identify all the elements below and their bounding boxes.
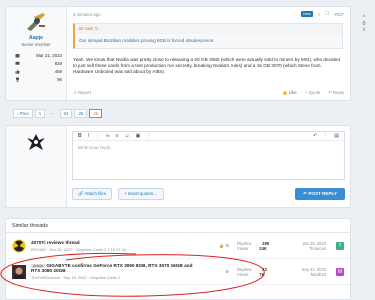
- thread-last-post[interactable]: Jan 25, 2023 Timorous: [289, 241, 336, 251]
- thread-title[interactable]: 4070Ti reviews thread: [31, 240, 201, 245]
- thread-stats: Replies: 299 Views: 24K: [237, 240, 270, 251]
- italic-icon[interactable]: I: [88, 133, 89, 139]
- post-number[interactable]: #627: [334, 12, 344, 17]
- messages-icon: [15, 61, 20, 65]
- user-title: Senior member: [21, 42, 51, 47]
- page-1[interactable]: 1: [34, 109, 46, 118]
- post: Aapje Senior member Mar 21, 2022 828 459…: [5, 6, 366, 101]
- quote-button[interactable]: + Quote: [305, 90, 320, 96]
- reply-placeholder[interactable]: Write your reply...: [73, 141, 344, 154]
- current-user-avatar[interactable]: [25, 131, 47, 153]
- report-icon: ⚠: [73, 90, 77, 95]
- more-text-options-icon[interactable]: ⋮: [95, 133, 100, 139]
- toggle-bbcode-icon[interactable]: ⋮: [323, 133, 328, 139]
- insert-quotes-button[interactable]: + Insert quotes…: [117, 188, 164, 200]
- thread-meta: BFG10K · Dec 30, 2022 · Graphics Cards: [31, 246, 104, 252]
- page-24[interactable]: 24: [59, 109, 73, 118]
- quote-text: Our intrepid Brazilian modders proving 8…: [79, 38, 215, 43]
- quote-jump-icon[interactable]: ↻: [95, 26, 99, 31]
- trophy-icon: [16, 77, 19, 82]
- similar-threads-heading: Similar threads: [6, 219, 350, 233]
- post-reply-button[interactable]: ↶ POST REPLY: [295, 188, 345, 200]
- last-poster-avatar[interactable]: M: [336, 267, 344, 276]
- reply-editor[interactable]: B I ⋮ ∞ ≡ ☺ ▣ ⋮ ↶ ⋮ ▤ Write your reply..…: [72, 131, 345, 180]
- editor-toolbar: B I ⋮ ∞ ≡ ☺ ▣ ⋮ ↶ ⋮ ▤: [73, 132, 344, 141]
- reply-box: B I ⋮ ∞ ≡ ☺ ▣ ⋮ ↶ ⋮ ▤ Write your reply..…: [5, 125, 351, 208]
- quote-block: IB said: ↻ Our intrepid Brazilian modder…: [73, 23, 343, 49]
- undo-icon[interactable]: ↶: [313, 133, 317, 139]
- thread-title[interactable]: Article GIGABYTE confirms GeForce RTX 30…: [31, 263, 201, 273]
- preview-icon[interactable]: ▤: [334, 133, 339, 139]
- username[interactable]: Aapje: [6, 35, 66, 41]
- report-link[interactable]: ⚠ Report: [73, 90, 91, 96]
- like-icon: 👍: [282, 90, 288, 95]
- user-avatar[interactable]: [25, 11, 47, 33]
- thread-row[interactable]: 4070Ti reviews thread BFG10K · Dec 30, 2…: [6, 233, 350, 259]
- user-stats: Mar 21, 2022 828 459 96: [15, 51, 62, 83]
- thread-avatar-icon: [12, 239, 26, 252]
- stat-messages: 828: [15, 59, 62, 67]
- downvote-icon[interactable]: v: [358, 27, 370, 33]
- similar-threads: Similar threads 4070Ti reviews thread BF…: [5, 218, 351, 300]
- pagination: ‹ Prev 1 … 24 25 26: [13, 109, 103, 118]
- bookmark-icon[interactable]: ☐: [325, 11, 329, 17]
- thread-avatar-icon: [12, 264, 26, 279]
- emoji-icon[interactable]: ☺: [125, 133, 130, 139]
- thread-flags: 🔒 ⚙: [219, 243, 229, 248]
- post-user-panel: Aapje Senior member Mar 21, 2022 828 459…: [6, 7, 67, 100]
- thread-stats: Replies: 43 Views: 7K: [237, 266, 267, 277]
- image-icon[interactable]: ▣: [136, 133, 141, 139]
- last-poster-avatar[interactable]: T: [336, 241, 344, 250]
- thread-last-post[interactable]: Sep 24, 2020 ModE34: [289, 267, 336, 277]
- reply-button[interactable]: ↶ Reply: [328, 90, 344, 96]
- reply-avatar-panel: [6, 126, 67, 207]
- calendar-icon: [15, 53, 20, 57]
- post-actions: ⚠ Report 👍 Like + Quote ↶ Reply: [73, 90, 344, 96]
- new-badge: New: [301, 11, 313, 17]
- post-body: Yeah. We know that Nvidia was pretty clo…: [73, 57, 340, 75]
- more-options-icon[interactable]: ⋮: [146, 133, 151, 139]
- stat-trophy: 96: [15, 75, 62, 83]
- post-meta: 3 minutes ago New < ☐ #627: [73, 11, 344, 17]
- thread-flags: ⚙: [225, 269, 229, 274]
- bold-icon[interactable]: B: [78, 133, 82, 139]
- quote-author[interactable]: IB said: ↻: [75, 24, 342, 34]
- attach-icon: 🔗: [78, 191, 84, 196]
- stat-likes: 459: [15, 67, 62, 75]
- page-ellipsis[interactable]: …: [47, 109, 57, 118]
- reply-icon: ↶: [303, 191, 308, 196]
- post-time[interactable]: 3 minutes ago: [73, 12, 101, 17]
- thread-pages[interactable]: 2 3 16 17 18: [104, 247, 126, 252]
- vote-widget: ^ 0 v: [358, 15, 370, 33]
- align-icon[interactable]: ≡: [116, 133, 119, 139]
- thread-pages[interactable]: 2: [118, 275, 120, 280]
- likes-icon: [15, 69, 20, 74]
- like-button[interactable]: 👍 Like: [282, 90, 296, 96]
- prev-page-button[interactable]: ‹ Prev: [13, 109, 33, 118]
- thread-row[interactable]: Article GIGABYTE confirms GeForce RTX 30…: [6, 259, 350, 285]
- share-icon[interactable]: <: [318, 12, 321, 17]
- thread-meta: TheF4MChannel · Sep 19, 2020 · Graphics …: [31, 275, 118, 280]
- post-content: 3 minutes ago New < ☐ #627 IB said: ↻ Ou…: [67, 7, 366, 100]
- page-25[interactable]: 25: [74, 109, 88, 118]
- attach-files-button[interactable]: 🔗 Attach files: [72, 188, 112, 200]
- link-icon[interactable]: ∞: [106, 133, 110, 139]
- page-26-current[interactable]: 26: [89, 109, 103, 118]
- stat-joined: Mar 21, 2022: [15, 51, 62, 59]
